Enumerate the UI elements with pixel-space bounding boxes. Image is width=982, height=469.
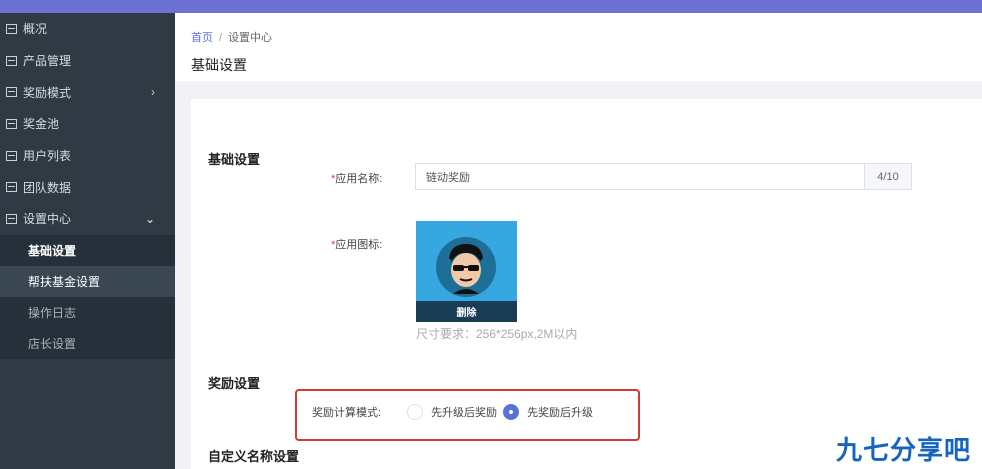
app-icon-label-text: 应用图标: (335, 239, 383, 251)
char-counter: 4/10 (864, 163, 912, 190)
breadcrumb-home-link[interactable]: 首页 (191, 32, 213, 44)
sidebar-item-label: 奖金池 (23, 117, 60, 132)
menu-icon (6, 23, 17, 34)
chevron-down-icon: ⌄ (144, 211, 155, 226)
menu-icon (6, 150, 17, 161)
app-name-input[interactable] (415, 163, 864, 190)
avatar-icon (436, 237, 496, 297)
sidebar-item-user-list[interactable]: 用户列表 (0, 140, 175, 172)
settings-card: 基础设置 *应用名称: 4/10 *应用图标: 删除 尺寸要求：256*256p… (191, 99, 982, 469)
app-name-input-group: 4/10 (415, 163, 912, 190)
menu-icon (6, 55, 17, 66)
sidebar-item-label: 概况 (23, 22, 48, 37)
main-area: 首页 / 设置中心 基础设置 基础设置 *应用名称: 4/10 *应用图标: 删除 (175, 13, 982, 469)
page-title: 基础设置 (191, 57, 247, 73)
radio-reward-first[interactable] (503, 404, 520, 420)
sidebar-subitem-basic-settings[interactable]: 基础设置 (0, 235, 175, 266)
app-name-label: *应用名称: (331, 170, 382, 186)
menu-icon (6, 182, 17, 193)
breadcrumb-separator: / (219, 32, 223, 44)
page-header: 首页 / 设置中心 基础设置 (175, 13, 982, 81)
sidebar-subitem-operation-log[interactable]: 操作日志 (0, 297, 175, 328)
chevron-right-icon: › (151, 85, 155, 100)
sidebar-item-label: 团队数据 (23, 180, 72, 195)
menu-icon (6, 213, 17, 224)
watermark-logo: 九七分享吧 (836, 436, 972, 466)
app-name-label-text: 应用名称: (335, 173, 383, 185)
icon-size-hint: 尺寸要求：256*256px,2M以内 (416, 327, 578, 341)
breadcrumb: 首页 / 设置中心 (191, 29, 272, 45)
app-icon-upload[interactable]: 删除 (416, 221, 517, 322)
sidebar-item-settings[interactable]: 设置中心 ⌄ (0, 203, 175, 235)
breadcrumb-current: 设置中心 (228, 32, 273, 44)
reward-section-title: 奖励设置 (208, 376, 261, 391)
custom-name-section-title: 自定义名称设置 (208, 449, 300, 464)
radio-upgrade-first-label[interactable]: 先升级后奖励 (431, 404, 497, 420)
reward-mode-label: 奖励计算模式: (312, 407, 382, 419)
sidebar-item-label: 奖励模式 (23, 85, 72, 100)
delete-icon-button[interactable]: 删除 (416, 301, 517, 322)
basic-section-title: 基础设置 (208, 152, 261, 167)
settings-submenu: 基础设置 帮扶基金设置 操作日志 店长设置 (0, 234, 175, 359)
radio-upgrade-first[interactable] (407, 404, 424, 420)
sidebar-item-label: 产品管理 (23, 54, 72, 69)
sidebar-subitem-fund-settings[interactable]: 帮扶基金设置 (0, 265, 175, 297)
menu-icon (6, 87, 17, 98)
sidebar-item-team-data[interactable]: 团队数据 (0, 171, 175, 203)
sidebar: 概况 产品管理 奖励模式 › 奖金池 用户列表 团队数据 设置中心 ⌄ 基础设置… (0, 13, 175, 469)
sidebar-item-label: 用户列表 (23, 149, 72, 164)
app-icon-label: *应用图标: (331, 236, 382, 252)
sidebar-item-label: 设置中心 (23, 212, 72, 227)
sidebar-item-overview[interactable]: 概况 (0, 13, 175, 45)
radio-reward-first-label[interactable]: 先奖励后升级 (527, 404, 593, 420)
sidebar-subitem-manager-settings[interactable]: 店长设置 (0, 328, 175, 359)
reward-mode-row: 奖励计算模式: 先升级后奖励 先奖励后升级 (312, 404, 599, 420)
menu-icon (6, 118, 17, 129)
sidebar-item-prize-pool[interactable]: 奖金池 (0, 108, 175, 140)
sidebar-item-reward-mode[interactable]: 奖励模式 › (0, 76, 175, 108)
top-accent-bar (0, 0, 982, 13)
sidebar-item-products[interactable]: 产品管理 (0, 45, 175, 77)
